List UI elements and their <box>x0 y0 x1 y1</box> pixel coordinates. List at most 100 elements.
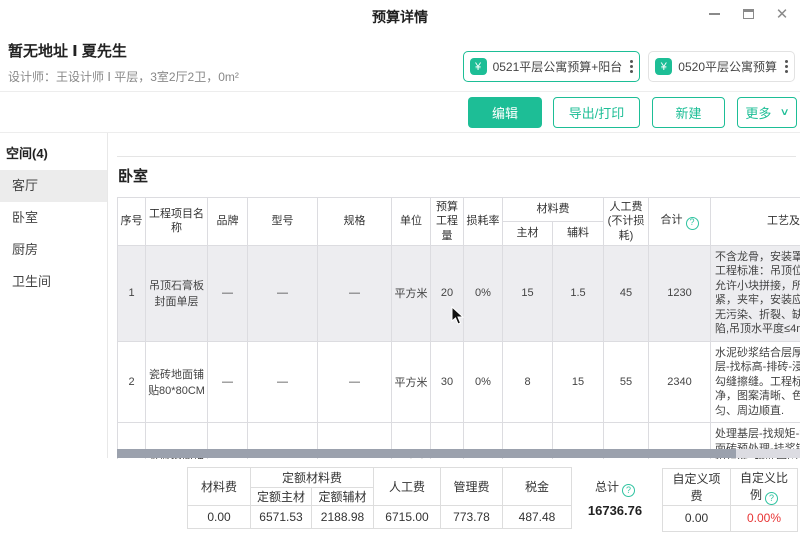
budget-tabs: ¥ 0521平层公寓预算+阳台 ¥ 0520平层公寓预算 <box>463 51 795 82</box>
edit-button[interactable]: 编辑 <box>468 97 542 128</box>
summary-mgmt-value: 773.78 <box>441 506 503 529</box>
summary-quota-aux-value: 2188.98 <box>312 506 374 529</box>
yuan-icon: ¥ <box>470 58 487 75</box>
export-print-button[interactable]: 导出/打印 <box>553 97 640 128</box>
sidebar-title: 空间(4) <box>0 133 107 170</box>
help-icon[interactable]: ? <box>765 492 778 505</box>
col-header-brand: 品牌 <box>208 198 248 246</box>
cell-material-main: 15 <box>503 245 553 341</box>
cell-quantity: 20 <box>431 245 464 341</box>
summary-material-value: 0.00 <box>188 506 251 529</box>
col-header-unit: 单位 <box>392 198 431 246</box>
cell-labor: 55 <box>604 341 649 423</box>
summary-labor-label: 人工费 <box>374 468 441 506</box>
more-options-icon[interactable] <box>783 60 790 73</box>
col-header-labor: 人工费(不计损耗) <box>604 198 649 246</box>
cell-name: 吊顶石膏板封面单层 <box>146 245 208 341</box>
cell-loss: 0% <box>464 341 503 423</box>
toolbar: 编辑 导出/打印 新建 更多 ∨ <box>0 92 800 133</box>
client-name: 暂无地址 Ⅰ 夏先生 <box>8 40 127 61</box>
summary-quota-main-value: 6571.53 <box>251 506 312 529</box>
custom-fee-value: 0.00 <box>663 505 731 531</box>
cell-brand: — <box>208 245 248 341</box>
scrollbar-thumb[interactable] <box>117 449 736 458</box>
cell-model: — <box>248 245 318 341</box>
col-header-material-aux: 辅料 <box>553 221 604 245</box>
summary-table: 材料费 定额材料费 人工费 管理费 税金 定额主材 定额辅材 0.00 6571… <box>187 467 572 529</box>
minimize-icon <box>709 13 720 15</box>
cell-index: 2 <box>118 341 146 423</box>
more-options-icon[interactable] <box>628 60 635 73</box>
budget-tab-0520[interactable]: ¥ 0520平层公寓预算 <box>648 51 795 82</box>
maximize-button[interactable] <box>738 4 758 24</box>
maximize-icon <box>743 9 754 19</box>
window-title: 预算详情 <box>0 7 800 27</box>
budget-table: 序号 工程项目名称 品牌 型号 规格 单位 预算工程量 损耗率 材料费 人工费(… <box>117 197 800 459</box>
summary-bar: 材料费 定额材料费 人工费 管理费 税金 定额主材 定额辅材 0.00 6571… <box>0 462 800 533</box>
custom-fee-label: 自定义项费 <box>663 469 731 506</box>
grand-total-label: 总计? <box>571 478 659 497</box>
col-header-quantity: 预算工程量 <box>431 198 464 246</box>
budget-tab-0521[interactable]: ¥ 0521平层公寓预算+阳台 <box>463 51 641 82</box>
create-button[interactable]: 新建 <box>652 97 725 128</box>
sidebar-item-living-room[interactable]: 客厅 <box>0 170 107 202</box>
cell-loss: 0% <box>464 245 503 341</box>
summary-quota-main-label: 定额主材 <box>251 488 312 506</box>
mouse-cursor <box>451 306 464 325</box>
col-header-material-main: 主材 <box>503 221 553 245</box>
cell-spec: — <box>318 341 392 423</box>
space-sidebar: 空间(4) 客厅 卧室 厨房 卫生间 <box>0 133 108 458</box>
cell-index: 1 <box>118 245 146 341</box>
section-title: 卧室 <box>118 165 148 186</box>
close-button[interactable]: ✕ <box>772 4 792 24</box>
cell-note: 水泥砂浆结合层厚度2-层-找标高-排砖-浸砖-铺勾缝擦缝。工程标准：净，图案清晰… <box>711 341 800 423</box>
cell-material-aux: 1.5 <box>553 245 604 341</box>
more-button-label: 更多 <box>745 103 771 122</box>
cell-labor: 45 <box>604 245 649 341</box>
col-header-model: 型号 <box>248 198 318 246</box>
summary-material-label: 材料费 <box>188 468 251 506</box>
col-header-total: 合计? <box>649 198 711 246</box>
budget-tab-label: 0520平层公寓预算 <box>678 58 777 75</box>
window-controls: ✕ <box>704 4 792 24</box>
cell-model: — <box>248 341 318 423</box>
custom-ratio-value: 0.00% <box>731 505 798 531</box>
chevron-down-icon: ∨ <box>780 107 790 118</box>
more-button[interactable]: 更多 ∨ <box>737 97 797 128</box>
horizontal-scrollbar[interactable] <box>117 449 800 458</box>
minimize-button[interactable] <box>704 4 724 24</box>
col-header-total-label: 合计 <box>661 214 683 226</box>
col-header-index: 序号 <box>118 198 146 246</box>
close-icon: ✕ <box>776 7 789 22</box>
custom-ratio-label: 自定义比例? <box>731 469 798 506</box>
cell-name: 瓷砖地面铺贴80*80CM <box>146 341 208 423</box>
project-subtitle: 设计师：王设计师 Ⅰ 平层，3室2厅2卫，0m² <box>8 68 239 85</box>
budget-tab-label: 0521平层公寓预算+阳台 <box>493 58 623 75</box>
col-header-note: 工艺及材料说明 <box>711 198 800 246</box>
sidebar-item-bathroom[interactable]: 卫生间 <box>0 266 107 298</box>
col-header-material-group: 材料费 <box>503 198 604 222</box>
table-row[interactable]: 2 瓷砖地面铺贴80*80CM — — — 平方米 30 0% 8 15 55 … <box>118 341 800 423</box>
project-header: 暂无地址 Ⅰ 夏先生 设计师：王设计师 Ⅰ 平层，3室2厅2卫，0m² ¥ 05… <box>0 30 800 92</box>
help-icon[interactable]: ? <box>622 484 635 497</box>
cell-quantity: 30 <box>431 341 464 423</box>
divider <box>117 156 796 157</box>
cell-unit: 平方米 <box>392 245 431 341</box>
yuan-icon: ¥ <box>655 58 672 75</box>
sidebar-item-kitchen[interactable]: 厨房 <box>0 234 107 266</box>
col-header-spec: 规格 <box>318 198 392 246</box>
cell-brand: — <box>208 341 248 423</box>
help-icon[interactable]: ? <box>686 217 699 230</box>
cell-note: 不含龙骨，安装罩面板工程标准：吊顶位置应允许小块拼接，所有接紧，夹牢，安装应牢固… <box>711 245 800 341</box>
summary-mgmt-label: 管理费 <box>441 468 503 506</box>
table-row[interactable]: 1 吊顶石膏板封面单层 — — — 平方米 20 0% 15 1.5 45 12… <box>118 245 800 341</box>
col-header-loss: 损耗率 <box>464 198 503 246</box>
custom-fee-table: 自定义项费 自定义比例? 0.00 0.00% <box>662 468 798 532</box>
cell-spec: — <box>318 245 392 341</box>
summary-quota-aux-label: 定额辅材 <box>312 488 374 506</box>
sidebar-item-bedroom[interactable]: 卧室 <box>0 202 107 234</box>
cell-material-main: 8 <box>503 341 553 423</box>
summary-labor-value: 6715.00 <box>374 506 441 529</box>
cell-unit: 平方米 <box>392 341 431 423</box>
summary-tax-label: 税金 <box>503 468 572 506</box>
